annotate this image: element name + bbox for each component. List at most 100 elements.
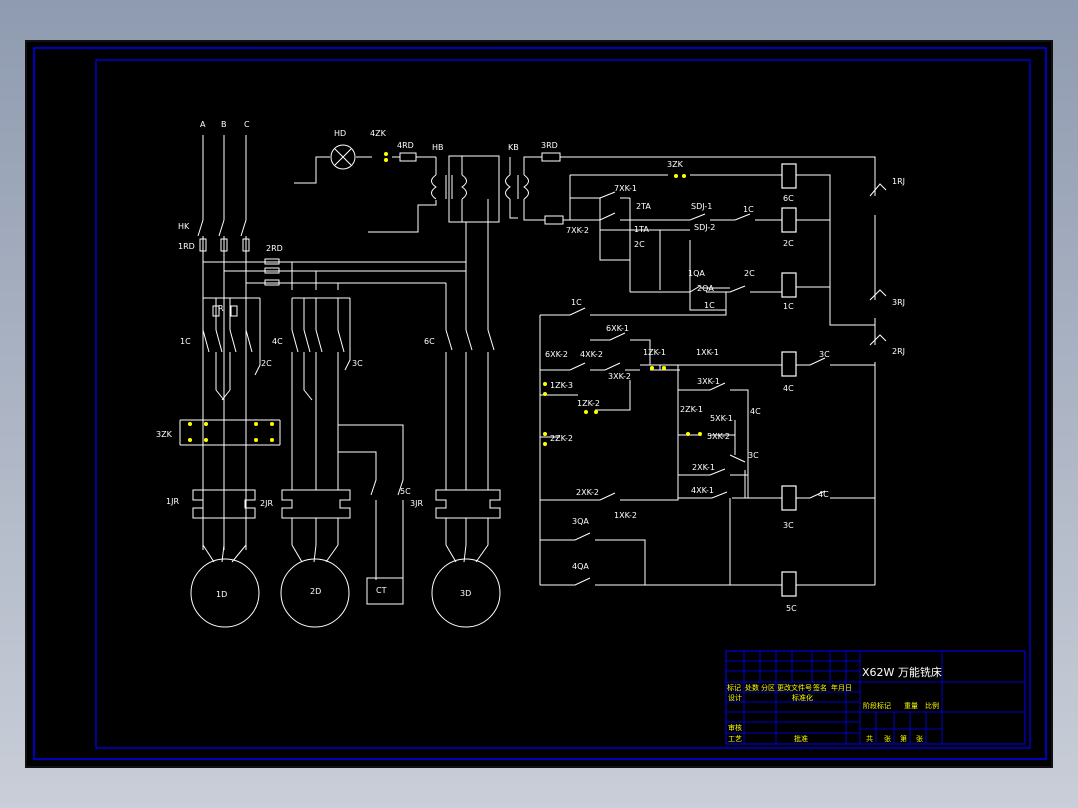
label-3zk-control: 3ZK — [667, 160, 684, 169]
drawing-title: X62W 万能铣床 — [862, 665, 942, 679]
row-label-date: 年月日 — [831, 683, 852, 692]
row-label-zone: 分区 — [761, 683, 775, 692]
label-kb: KB — [508, 143, 519, 152]
label-4c-control-a: 4C — [750, 407, 761, 416]
label-2xk-1: 2XK-1 — [692, 463, 715, 472]
label-3xk-2: 3XK-2 — [608, 372, 631, 381]
label-1rd: 1RD — [178, 242, 195, 251]
label-1c-control-b: 1C — [704, 301, 715, 310]
label-6xk-2: 6XK-2 — [545, 350, 568, 359]
coil-1c — [781, 272, 797, 298]
label-1rj: 1RJ — [892, 177, 905, 186]
label-3rd: 3RD — [541, 141, 558, 150]
label-5c-coil: 5C — [786, 604, 797, 613]
label-1c-power: 1C — [180, 337, 191, 346]
label-2zk-1: 2ZK-1 — [680, 405, 703, 414]
label-hd: HD — [334, 129, 346, 138]
row-label-mark: 标记 — [727, 683, 741, 692]
coil-5c — [781, 571, 797, 597]
label-7xk-1: 7XK-1 — [614, 184, 637, 193]
left-label-approve: 批准 — [794, 734, 808, 743]
label-2c-coil: 2C — [783, 239, 794, 248]
left-label-review: 审核 — [728, 723, 742, 732]
label-4xk-2: 4XK-2 — [580, 350, 603, 359]
label-5c-power: 5C — [400, 487, 411, 496]
label-3c-power: 3C — [352, 359, 363, 368]
label-motor-3d: 3D — [460, 589, 471, 598]
title-block-frame — [725, 650, 1026, 745]
electrical-schematic: A B C HK 1RD 2RD 3RD 4RD HD 4ZK HB KB 1C… — [25, 40, 1053, 768]
label-3qa: 3QA — [572, 517, 589, 526]
bottom-label-no: 第 — [900, 734, 907, 743]
left-label-process: 工艺 — [728, 735, 742, 743]
label-hb: HB — [432, 143, 444, 152]
left-label-standard: 标准化 — [792, 693, 813, 702]
title-block: X62W 万能铣床 标记 处数 分区 更改文件号 签名 年月日 设计 标准化 审… — [725, 650, 1026, 745]
label-4zk: 4ZK — [370, 129, 387, 138]
label-2zk-2: 2ZK-2 — [550, 434, 573, 443]
label-4c-power: 4C — [272, 337, 283, 346]
label-2rj: 2RJ — [892, 347, 905, 356]
coil-2c — [781, 207, 797, 233]
row-label-signature: 签名 — [813, 683, 827, 692]
right-label-weight: 重量 — [904, 702, 918, 710]
label-3c-control-b: 3C — [748, 451, 759, 460]
label-5xk-2: 5XK-2 — [707, 432, 730, 441]
label-phase-a: A — [200, 120, 206, 129]
label-2jr: 2JR — [260, 499, 273, 508]
label-2c-control-c: 2C — [744, 269, 755, 278]
label-ct: CT — [376, 586, 387, 595]
label-1zk-3: 1ZK-3 — [550, 381, 573, 390]
label-1c-control-c: 1C — [571, 298, 582, 307]
label-1ta: 1TA — [634, 225, 649, 234]
label-4rd: 4RD — [397, 141, 414, 150]
coil-6c — [781, 163, 797, 189]
label-1xk-2: 1XK-2 — [614, 511, 637, 520]
bottom-label-total: 共 — [866, 734, 873, 743]
row-label-change-doc: 更改文件号 — [777, 683, 812, 692]
label-3jr: 3JR — [410, 499, 423, 508]
label-motor-2d: 2D — [310, 587, 321, 596]
bottom-label-sheets: 张 — [884, 734, 891, 743]
right-label-stage: 阶段标记 — [863, 701, 891, 710]
right-label-scale: 比例 — [925, 701, 939, 710]
label-7xk-2: 7XK-2 — [566, 226, 589, 235]
label-4c-coil: 4C — [783, 384, 794, 393]
label-6c-coil: 6C — [783, 194, 794, 203]
label-1zk-1: 1ZK-1 — [643, 348, 666, 357]
label-5xk-1: 5XK-1 — [710, 414, 733, 423]
label-2c-power: 2C — [261, 359, 272, 368]
label-1c-control-a: 1C — [743, 205, 754, 214]
label-4qa: 4QA — [572, 562, 589, 571]
label-2c-control-a: 2C — [634, 240, 645, 249]
label-2ta: 2TA — [636, 202, 651, 211]
label-sdj-2: SDJ-2 — [694, 223, 715, 232]
label-2qa: 2QA — [697, 284, 714, 293]
label-2rd: 2RD — [266, 244, 283, 253]
label-1jr: 1JR — [166, 497, 179, 506]
label-1xk-1: 1XK-1 — [696, 348, 719, 357]
label-phase-b: B — [221, 120, 227, 129]
label-sdj-1: SDJ-1 — [691, 202, 712, 211]
left-label-design: 设计 — [728, 693, 742, 702]
label-r: R — [218, 304, 224, 313]
label-1zk-2: 1ZK-2 — [577, 399, 600, 408]
label-phase-c: C — [244, 120, 250, 129]
label-6c-power: 6C — [424, 337, 435, 346]
label-1c-coil: 1C — [783, 302, 794, 311]
label-1qa: 1QA — [688, 269, 705, 278]
label-4xk-1: 4XK-1 — [691, 486, 714, 495]
bottom-label-sheet: 张 — [916, 734, 923, 743]
coil-4c — [781, 351, 797, 377]
row-label-count: 处数 — [745, 683, 759, 692]
label-3c-control-a: 3C — [819, 350, 830, 359]
coil-3c — [781, 485, 797, 511]
label-hk: HK — [178, 222, 190, 231]
label-2xk-2: 2XK-2 — [576, 488, 599, 497]
label-motor-1d: 1D — [216, 590, 227, 599]
label-3zk-power: 3ZK — [156, 430, 173, 439]
label-6xk-1: 6XK-1 — [606, 324, 629, 333]
label-4c-control-b: 4C — [818, 490, 829, 499]
label-3c-coil: 3C — [783, 521, 794, 530]
label-3xk-1: 3XK-1 — [697, 377, 720, 386]
